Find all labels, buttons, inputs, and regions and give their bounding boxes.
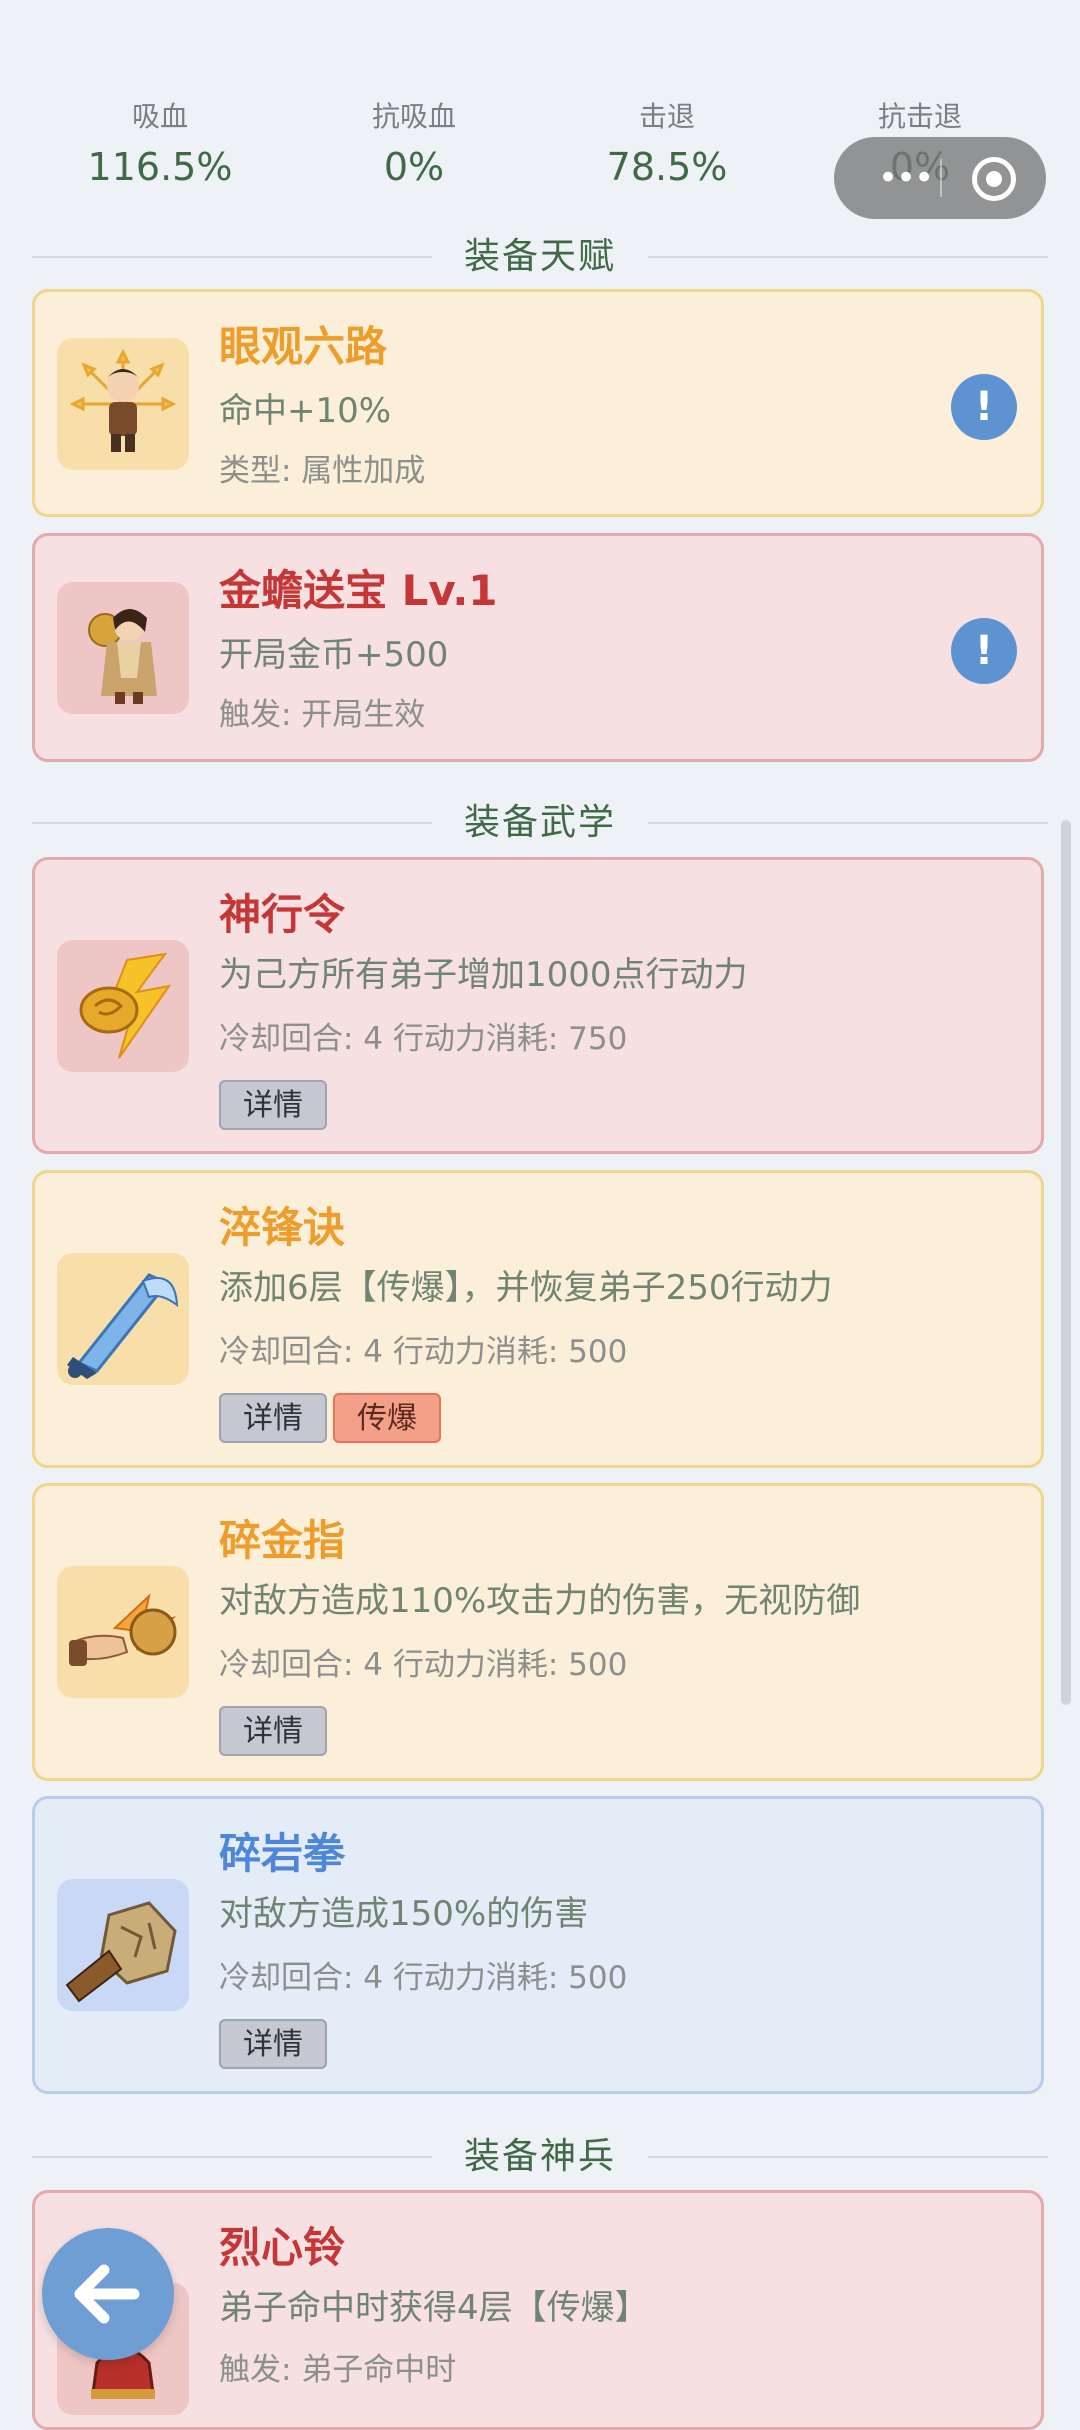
weapon-name: 烈心铃 — [219, 2223, 346, 2272]
miniprogram-capsule: ••• — [834, 137, 1046, 219]
talent-meta: 类型: 属性加成 — [219, 453, 426, 489]
section-martial-header: 装备武学 — [32, 798, 1048, 848]
detail-button[interactable]: 详情 — [219, 2019, 327, 2069]
stat-value: 0% — [383, 145, 445, 189]
info-icon[interactable]: ! — [951, 374, 1017, 440]
more-dots-icon[interactable]: ••• — [878, 161, 958, 195]
rock-fist-icon — [57, 1879, 189, 2011]
section-title: 装备武学 — [443, 802, 636, 843]
blue-blade-icon — [57, 1253, 189, 1385]
arrow-left-icon — [74, 2264, 140, 2324]
capsule-divider — [940, 159, 942, 197]
talent-desc: 开局金币+500 — [219, 635, 449, 675]
talent-meta: 触发: 开局生效 — [219, 697, 426, 733]
section-talent-header: 装备天赋 — [32, 232, 1048, 282]
weapon-meta: 触发: 弟子命中时 — [219, 2352, 457, 2388]
skill-meta: 冷却回合: 4 行动力消耗: 750 — [219, 1021, 628, 1057]
skill-desc: 为己方所有弟子增加1000点行动力 — [219, 955, 748, 995]
skill-name: 淬锋诀 — [219, 1203, 346, 1252]
skill-name: 碎岩拳 — [219, 1829, 346, 1878]
stat-label: 抗吸血 — [371, 100, 456, 133]
skill-card[interactable]: 碎岩拳 对敌方造成150%的伤害 冷却回合: 4 行动力消耗: 500 详情 — [32, 1796, 1044, 2094]
stat-label: 击退 — [638, 100, 695, 133]
skill-card[interactable]: 神行令 为己方所有弟子增加1000点行动力 冷却回合: 4 行动力消耗: 750… — [32, 857, 1044, 1154]
talent-card[interactable]: 金蟾送宝 Lv.1 开局金币+500 触发: 开局生效 ! — [32, 533, 1044, 762]
stat-label: 抗击退 — [877, 100, 962, 133]
talent-desc: 命中+10% — [219, 391, 392, 431]
stat-lifesteal: 吸血 116.5% — [60, 100, 260, 194]
skill-card[interactable]: 碎金指 对敌方造成110%攻击力的伤害，无视防御 冷却回合: 4 行动力消耗: … — [32, 1483, 1044, 1781]
detail-button[interactable]: 详情 — [219, 1393, 327, 1443]
scrollbar[interactable] — [1061, 820, 1071, 1705]
talent-name: 眼观六路 — [219, 322, 388, 371]
talent-portrait-icon — [57, 582, 189, 714]
talent-name: 金蟾送宝 Lv.1 — [219, 566, 498, 615]
skill-name: 神行令 — [219, 890, 346, 939]
finger-strike-icon — [57, 1566, 189, 1698]
detail-button[interactable]: 详情 — [219, 1706, 327, 1756]
section-weapon-header: 装备神兵 — [32, 2132, 1048, 2182]
section-title: 装备神兵 — [443, 2136, 636, 2177]
skill-meta: 冷却回合: 4 行动力消耗: 500 — [219, 1334, 628, 1370]
skill-desc: 添加6层【传爆】，并恢复弟子250行动力 — [219, 1268, 833, 1308]
talent-portrait-icon — [57, 338, 189, 470]
skill-desc: 对敌方造成110%攻击力的伤害，无视防御 — [219, 1581, 861, 1621]
stat-label: 吸血 — [131, 100, 188, 133]
info-icon[interactable]: ! — [951, 618, 1017, 684]
stat-value: 78.5% — [606, 145, 728, 189]
skill-meta: 冷却回合: 4 行动力消耗: 500 — [219, 1647, 628, 1683]
weapon-card[interactable]: 烈心铃 弟子命中时获得4层【传爆】 触发: 弟子命中时 — [32, 2190, 1044, 2430]
skill-desc: 对敌方造成150%的伤害 — [219, 1894, 589, 1934]
stat-knockback: 击退 78.5% — [567, 100, 767, 194]
lightning-token-icon — [57, 940, 189, 1072]
target-close-icon[interactable] — [972, 157, 1016, 201]
skill-name: 碎金指 — [219, 1516, 346, 1565]
skill-card[interactable]: 淬锋诀 添加6层【传爆】，并恢复弟子250行动力 冷却回合: 4 行动力消耗: … — [32, 1170, 1044, 1468]
weapon-desc: 弟子命中时获得4层【传爆】 — [219, 2288, 649, 2328]
section-title: 装备天赋 — [443, 236, 636, 277]
skill-meta: 冷却回合: 4 行动力消耗: 500 — [219, 1960, 628, 1996]
stat-anti-lifesteal: 抗吸血 0% — [314, 100, 514, 194]
talent-card[interactable]: 眼观六路 命中+10% 类型: 属性加成 ! — [32, 289, 1044, 517]
detail-button[interactable]: 详情 — [219, 1080, 327, 1130]
crit-tag[interactable]: 传爆 — [333, 1393, 441, 1443]
back-button[interactable] — [42, 2228, 174, 2360]
stat-value: 116.5% — [87, 145, 233, 189]
